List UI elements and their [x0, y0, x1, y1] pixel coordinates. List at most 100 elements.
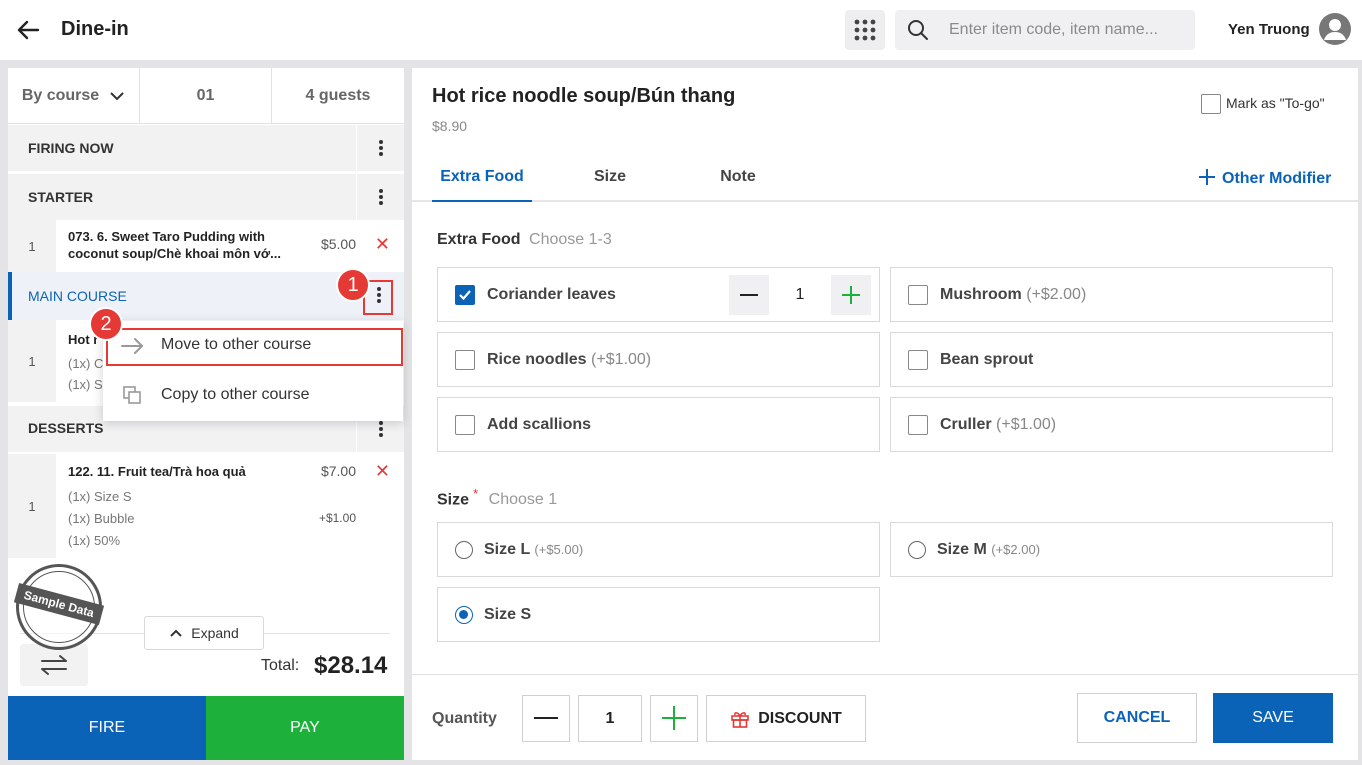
cancel-button[interactable]: CANCEL [1077, 693, 1197, 743]
order-header: By course 01 4 guests [8, 68, 404, 124]
checkbox[interactable] [908, 350, 928, 370]
copy-icon [123, 386, 141, 404]
group-by-select[interactable]: By course [8, 68, 140, 124]
course-label: DESSERTS [28, 420, 104, 436]
remove-item-icon[interactable]: ✕ [375, 462, 390, 480]
checkbox[interactable] [908, 415, 928, 435]
discount-button[interactable]: DISCOUNT [706, 695, 866, 742]
item-price: $5.00 [320, 236, 356, 252]
tab-size[interactable]: Size [572, 168, 648, 202]
order-item[interactable]: 1 122. 11. Fruit tea/Trà hoa quả $7.00 ✕… [8, 454, 404, 558]
extra-food-hint: Choose 1-3 [529, 231, 612, 248]
fire-button[interactable]: FIRE [8, 696, 206, 760]
extra-option-coriander[interactable]: Coriander leaves 1 [437, 267, 880, 322]
quantity-decrement[interactable] [522, 695, 570, 742]
step-badge-1: 1 [336, 268, 370, 302]
save-button[interactable]: SAVE [1213, 693, 1333, 743]
item-modifier: (1x) C [68, 356, 104, 371]
quantity-input[interactable]: 1 [578, 695, 642, 742]
gift-icon [731, 711, 750, 728]
quantity-increment[interactable] [650, 695, 698, 742]
size-heading: Size * Choose 1 [437, 486, 558, 509]
pay-button[interactable]: PAY [206, 696, 404, 760]
page-title: Dine-in [61, 18, 129, 40]
extra-option-mushroom[interactable]: Mushroom (+$2.00) [890, 267, 1333, 322]
extra-option-rice-noodles[interactable]: Rice noodles (+$1.00) [437, 332, 880, 387]
other-modifier-button[interactable]: Other Modifier [1198, 168, 1331, 188]
option-label: Size M (+$2.00) [937, 541, 1041, 558]
decrement-button[interactable] [729, 275, 769, 315]
item-name: 122. 11. Fruit tea/Trà hoa quả [68, 464, 246, 479]
extra-option-bean-sprout[interactable]: Bean sprout [890, 332, 1333, 387]
option-label: Coriander leaves [487, 286, 616, 303]
menu-label: Copy to other course [161, 386, 310, 403]
item-price: $7.00 [320, 463, 356, 479]
item-name: 073. 6. Sweet Taro Pudding with [68, 229, 265, 244]
option-label: Mushroom (+$2.00) [940, 286, 1087, 303]
course-firing-now[interactable]: FIRING NOW [8, 125, 404, 171]
tab-note[interactable]: Note [700, 168, 776, 202]
highlight-move-item [106, 328, 403, 366]
extra-food-heading: Extra Food Choose 1-3 [437, 231, 612, 248]
discount-label: DISCOUNT [758, 709, 842, 727]
plus-icon [842, 286, 860, 304]
option-label: Bean sprout [940, 351, 1034, 368]
more-options-icon[interactable] [356, 174, 404, 220]
expand-button[interactable]: Expand [144, 616, 264, 650]
step-badge-2: 2 [89, 307, 123, 341]
search-input[interactable]: Enter item code, item name... [895, 10, 1195, 50]
extra-option-cruller[interactable]: Cruller (+$1.00) [890, 397, 1333, 452]
apps-grid-icon[interactable] [845, 10, 885, 50]
radio-button[interactable] [455, 541, 473, 559]
course-label: STARTER [28, 189, 94, 205]
item-title: Hot rice noodle soup/Bún thang [432, 85, 736, 107]
plus-icon [662, 706, 686, 730]
total-amount: $28.14 [314, 652, 388, 679]
guest-count[interactable]: 4 guests [272, 68, 404, 124]
back-arrow-icon[interactable] [14, 16, 42, 44]
checkmark-icon [459, 290, 471, 301]
avatar-icon[interactable] [1318, 12, 1352, 46]
chevron-down-icon [110, 92, 124, 101]
item-modifier: (1x) S [68, 377, 103, 392]
option-qty: 1 [795, 286, 805, 303]
size-option-m[interactable]: Size M (+$2.00) [890, 522, 1333, 577]
item-modifier: (1x) 50% [68, 533, 121, 548]
swap-button[interactable] [20, 644, 88, 686]
user-name[interactable]: Yen Truong [1228, 21, 1310, 38]
checkbox-checked[interactable] [455, 285, 475, 305]
checkbox[interactable] [455, 415, 475, 435]
radio-button[interactable] [908, 541, 926, 559]
footer-divider [412, 674, 1358, 675]
course-starter[interactable]: STARTER [8, 174, 404, 220]
checkbox[interactable] [455, 350, 475, 370]
search-icon [908, 20, 928, 40]
course-label: MAIN COURSE [28, 288, 127, 304]
radio-button-selected[interactable] [455, 606, 473, 624]
size-option-l[interactable]: Size L (+$5.00) [437, 522, 880, 577]
copy-to-other-course-item[interactable]: Copy to other course [103, 371, 403, 421]
extra-option-scallions[interactable]: Add scallions [437, 397, 880, 452]
tab-extra-food[interactable]: Extra Food [432, 168, 532, 202]
to-go-checkbox[interactable] [1201, 94, 1221, 114]
item-modifier: (1x) Bubble [68, 511, 135, 526]
order-item[interactable]: 1 073. 6. Sweet Taro Pudding with coconu… [8, 220, 404, 272]
item-price: $8.90 [432, 118, 468, 134]
more-options-icon[interactable] [356, 125, 404, 171]
item-qty: 1 [8, 454, 56, 558]
minus-icon [534, 717, 558, 719]
item-modifier: (1x) Size S [68, 489, 132, 504]
item-name-cont: coconut soup/Chè khoai môn vớ... [68, 246, 281, 261]
remove-item-icon[interactable]: ✕ [375, 235, 390, 253]
search-placeholder: Enter item code, item name... [949, 21, 1158, 38]
size-option-s[interactable]: Size S [437, 587, 880, 642]
checkbox[interactable] [908, 285, 928, 305]
to-go-label: Mark as "To-go" [1226, 95, 1325, 111]
size-hint: Choose 1 [488, 491, 558, 509]
modifier-price: +$1.00 [318, 511, 356, 525]
table-number[interactable]: 01 [140, 68, 272, 124]
option-label: Add scallions [487, 416, 592, 433]
increment-button[interactable] [831, 275, 871, 315]
required-mark: * [473, 486, 479, 501]
other-modifier-label: Other Modifier [1222, 170, 1332, 187]
